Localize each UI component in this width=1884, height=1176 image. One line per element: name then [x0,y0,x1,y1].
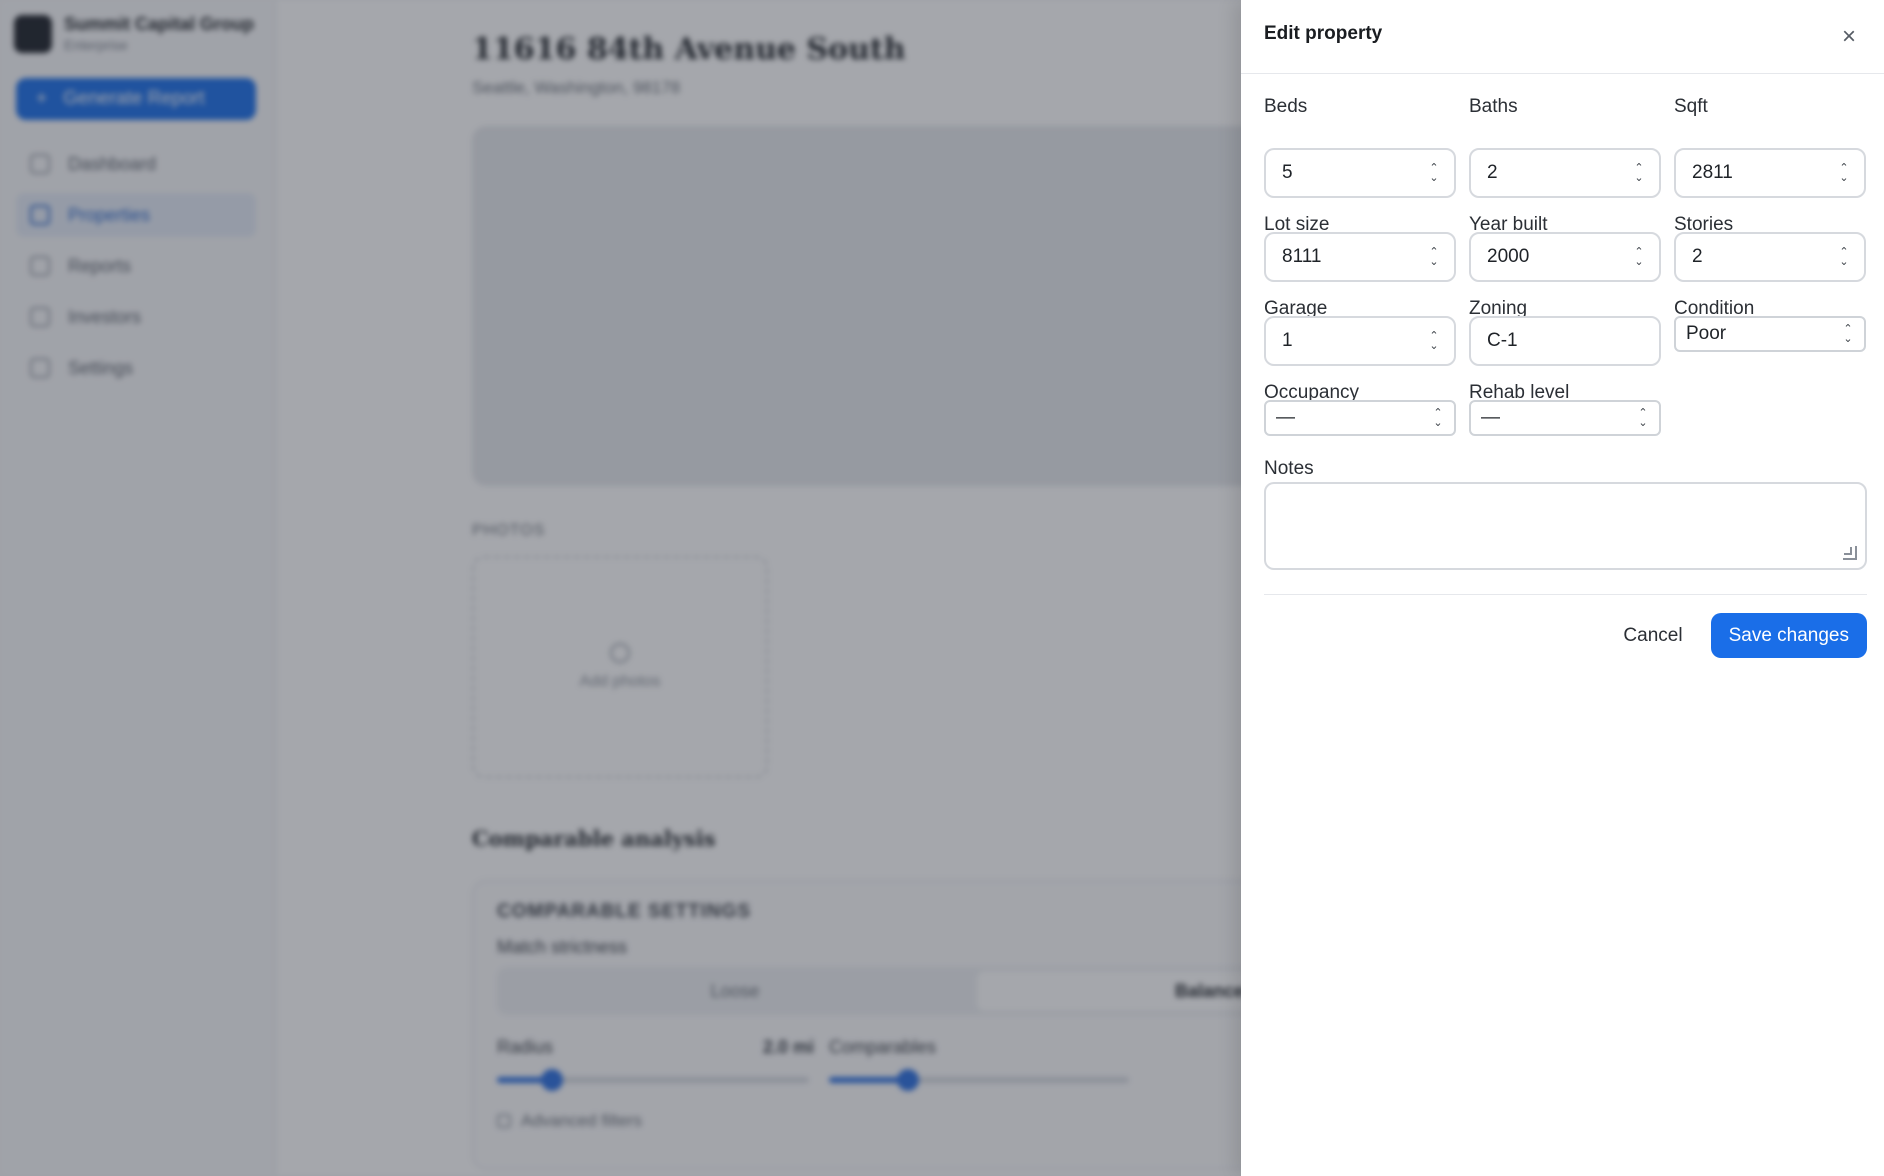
sqft-value: 2811 [1692,162,1733,183]
stepper-icon[interactable]: ⌃ ⌄ [1838,247,1850,268]
zoning-label: Zoning [1469,298,1528,319]
baths-value: 2 [1487,162,1498,183]
sqft-input[interactable]: 2811 ⌃ ⌄ [1674,148,1866,198]
drawer-actions: Cancel Save changes [1264,613,1867,658]
year-built-input[interactable]: 2000 ⌃ ⌄ [1469,232,1661,282]
stepper-icon[interactable]: ⌃ ⌄ [1428,247,1440,268]
condition-select[interactable]: Poor ⌃ ⌄ [1674,316,1866,352]
garage-value: 1 [1282,330,1293,351]
drawer-title: Edit property [1264,23,1383,44]
stories-value: 2 [1692,246,1703,267]
garage-label: Garage [1264,298,1328,319]
rehab-level-select[interactable]: — ⌃ ⌄ [1469,400,1661,436]
beds-input[interactable]: 5 ⌃ ⌄ [1264,148,1456,198]
rehab-level-value: — [1481,407,1500,428]
baths-label: Baths [1469,96,1518,117]
stepper-icon[interactable]: ⌃ ⌄ [1633,163,1645,184]
zoning-value: C-1 [1487,330,1518,351]
select-arrows-icon: ⌃ ⌄ [1638,407,1648,429]
beds-value: 5 [1282,162,1293,183]
year-built-label: Year built [1469,214,1548,235]
occupancy-select[interactable]: — ⌃ ⌄ [1264,400,1456,436]
occupancy-value: — [1276,407,1295,428]
resize-handle-icon[interactable] [1843,546,1857,560]
condition-label: Condition [1674,298,1755,319]
notes-label: Notes [1264,458,1314,479]
drawer-form: Beds 5 ⌃ ⌄ Baths 2 ⌃ ⌄ Sqft 2811 ⌃ ⌄ Lot… [1264,74,1867,658]
stories-label: Stories [1674,214,1734,235]
stepper-icon[interactable]: ⌃ ⌄ [1428,163,1440,184]
stepper-icon[interactable]: ⌃ ⌄ [1428,331,1440,352]
stories-input[interactable]: 2 ⌃ ⌄ [1674,232,1866,282]
edit-property-drawer: Edit property × Beds 5 ⌃ ⌄ Baths 2 ⌃ ⌄ Sqf… [1241,0,1884,1176]
sqft-label: Sqft [1674,96,1708,117]
garage-input[interactable]: 1 ⌃ ⌄ [1264,316,1456,366]
stepper-icon[interactable]: ⌃ ⌄ [1633,247,1645,268]
rehab-level-label: Rehab level [1469,382,1570,403]
stepper-icon[interactable]: ⌃ ⌄ [1838,163,1850,184]
lot-size-input[interactable]: 8111 ⌃ ⌄ [1264,232,1456,282]
occupancy-label: Occupancy [1264,382,1360,403]
baths-input[interactable]: 2 ⌃ ⌄ [1469,148,1661,198]
condition-value: Poor [1686,323,1727,344]
close-icon[interactable]: × [1836,24,1862,50]
lot-size-value: 8111 [1282,246,1322,267]
save-changes-button[interactable]: Save changes [1710,613,1867,658]
divider [1264,594,1867,595]
year-built-value: 2000 [1487,246,1530,267]
beds-label: Beds [1264,96,1308,117]
select-arrows-icon: ⌃ ⌄ [1843,323,1853,345]
notes-textarea[interactable] [1264,482,1867,570]
cancel-button[interactable]: Cancel [1619,615,1686,657]
drawer-header: Edit property × [1241,0,1884,74]
zoning-input[interactable]: C-1 [1469,316,1661,366]
lot-size-label: Lot size [1264,214,1330,235]
select-arrows-icon: ⌃ ⌄ [1433,407,1443,429]
